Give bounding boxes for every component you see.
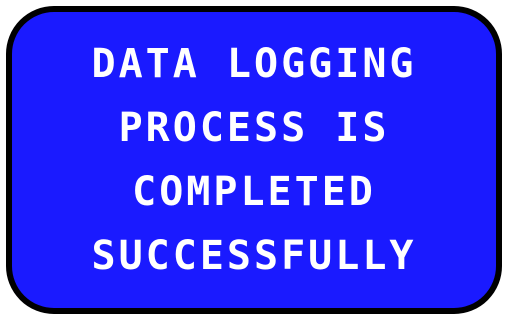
message-line-1: DATA LOGGING (91, 41, 417, 87)
message-line-3: COMPLETED (132, 169, 376, 215)
message-line-4: SUCCESSFULLY (91, 233, 417, 279)
message-line-2: PROCESS IS (118, 105, 390, 151)
lcd-message-panel: DATA LOGGING PROCESS IS COMPLETED SUCCES… (6, 6, 502, 314)
